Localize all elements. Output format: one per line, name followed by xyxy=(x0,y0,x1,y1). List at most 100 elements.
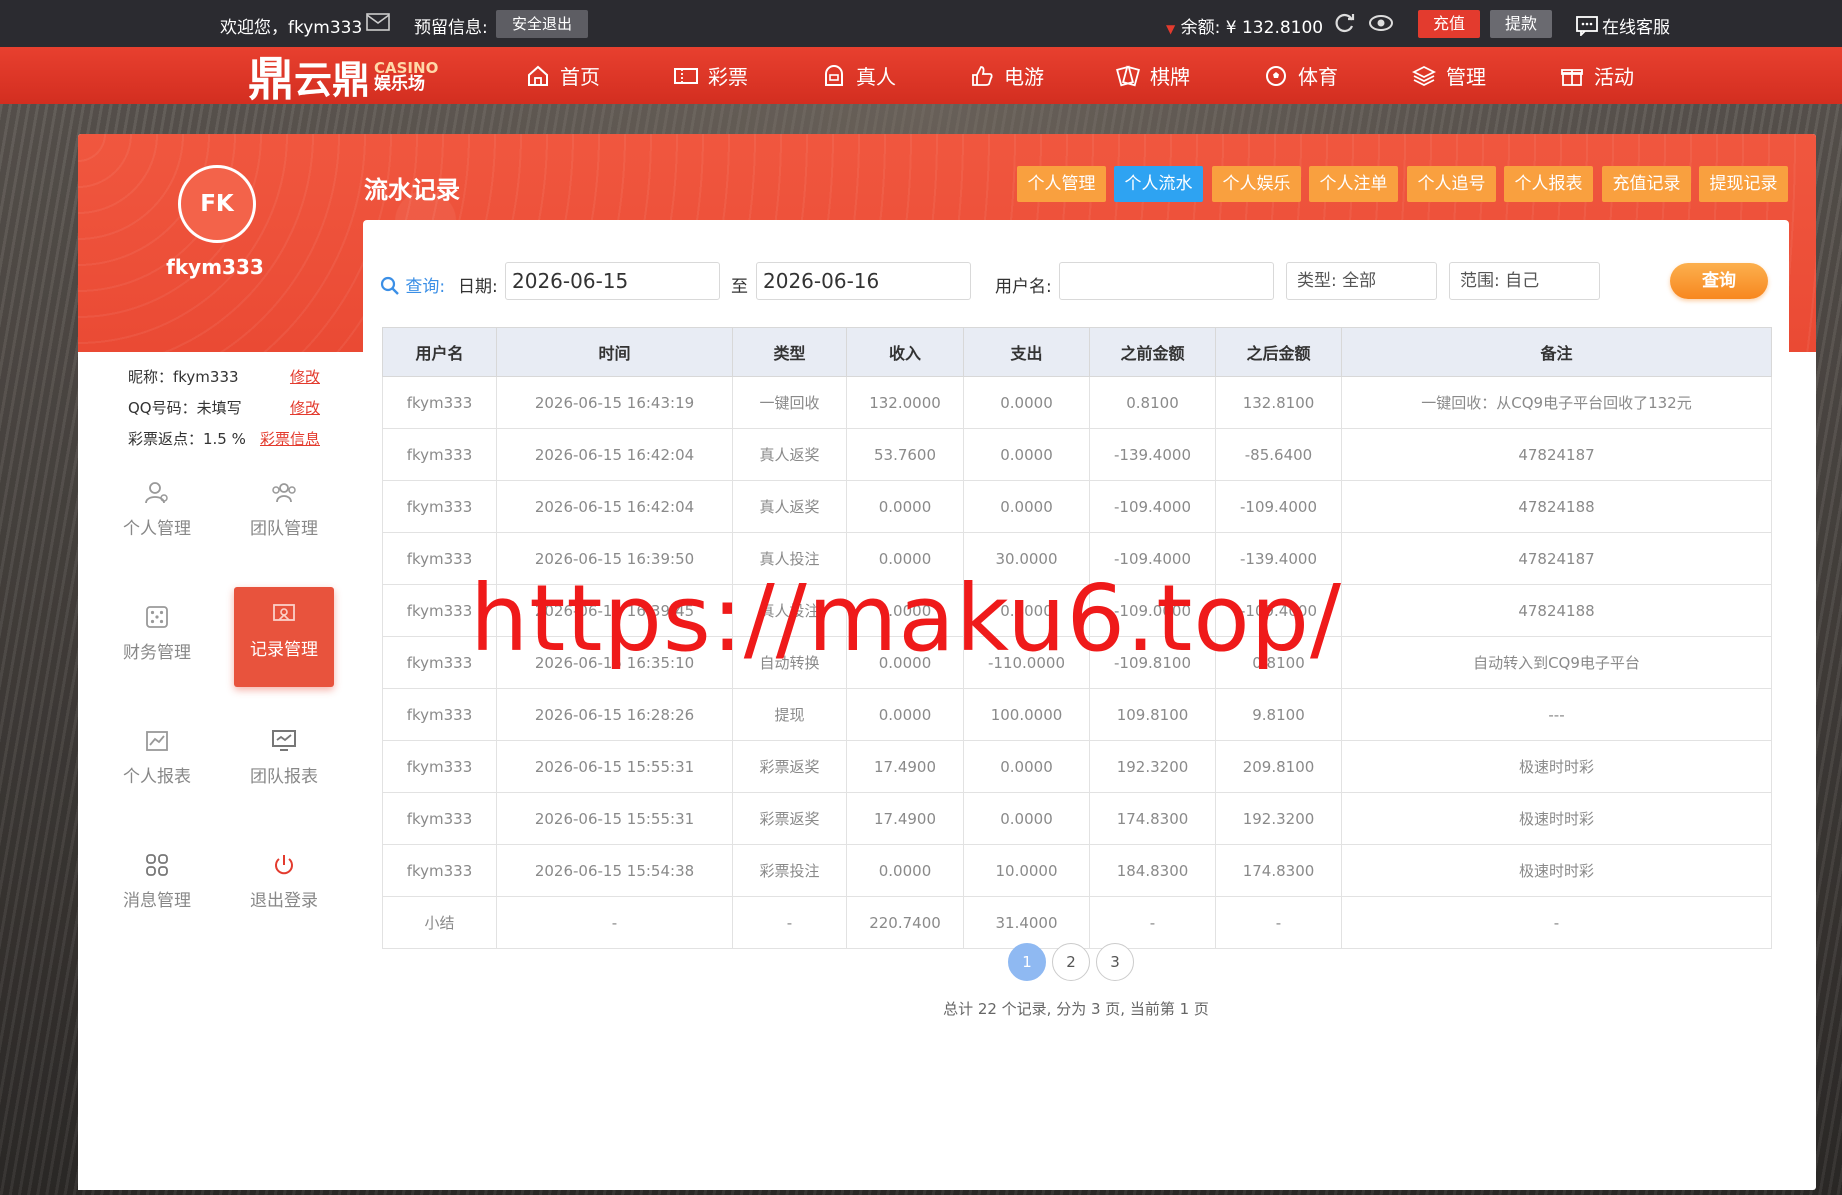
grid-icon xyxy=(146,854,168,876)
main-nav: 鼎 云鼎 CASINO 娱乐场 首页 彩票 真人 电游 棋牌 体育 管理 活动 xyxy=(0,47,1842,106)
live-icon xyxy=(822,64,846,88)
table-cell: --- xyxy=(1341,688,1772,741)
table-cell: 47824188 xyxy=(1341,480,1772,533)
col-time[interactable]: 时间 xyxy=(496,327,733,377)
table-cell: 真人返奖 xyxy=(732,428,847,481)
scope-select[interactable]: 范围: 自己 xyxy=(1449,262,1600,300)
tab-personal-report[interactable]: 个人报表 xyxy=(1504,166,1593,202)
table-cell: 132.0000 xyxy=(846,376,964,429)
nav-manage[interactable]: 管理 xyxy=(1412,61,1486,90)
logout-button[interactable]: 安全退出 xyxy=(496,10,589,38)
username-input[interactable] xyxy=(1059,262,1274,300)
sidebar-item-logout[interactable]: 退出登录 xyxy=(234,838,334,938)
table-cell: 192.3200 xyxy=(1089,740,1216,793)
recharge-button[interactable]: 充值 xyxy=(1418,10,1480,38)
nickname-edit-link[interactable]: 修改 xyxy=(290,366,320,387)
table-cell: 0.0000 xyxy=(963,792,1090,845)
tab-recharge-records[interactable]: 充值记录 xyxy=(1602,166,1691,202)
table-cell: - xyxy=(1341,896,1772,949)
page-button[interactable]: 3 xyxy=(1096,943,1134,981)
sidebar-item-personal-report[interactable]: 个人报表 xyxy=(107,714,207,814)
table-cell: 一键回收：从CQ9电子平台回收了132元 xyxy=(1341,376,1772,429)
date-from-input[interactable]: 2026-06-15 xyxy=(505,262,720,300)
tab-personal-manage[interactable]: 个人管理 xyxy=(1017,166,1106,202)
qq-edit-link[interactable]: 修改 xyxy=(290,397,320,418)
nav-chess[interactable]: 棋牌 xyxy=(1116,61,1190,90)
date-to-input[interactable]: 2026-06-16 xyxy=(756,262,971,300)
sidebar-item-team-report[interactable]: 团队报表 xyxy=(234,714,334,814)
table-cell: 184.8300 xyxy=(1089,844,1216,897)
ball-icon xyxy=(1264,64,1288,88)
table-cell: - xyxy=(1215,896,1342,949)
profile-username: fkym333 xyxy=(166,255,264,279)
nav-sports[interactable]: 体育 xyxy=(1264,61,1338,90)
tab-personal-flow[interactable]: 个人流水 xyxy=(1114,166,1203,202)
online-support-link[interactable]: 在线客服 xyxy=(1576,13,1670,38)
page-title: 流水记录 xyxy=(364,176,460,204)
gift-icon xyxy=(1560,64,1584,88)
table-cell: 2026-06-15 15:54:38 xyxy=(496,844,733,897)
query-label: 查询: xyxy=(380,272,445,297)
chart-icon xyxy=(146,731,168,751)
table-cell: 0.0000 xyxy=(963,376,1090,429)
table-cell: 自动转入到CQ9电子平台 xyxy=(1341,636,1772,689)
page-button[interactable]: 1 xyxy=(1008,943,1046,981)
table-cell: 10.0000 xyxy=(963,844,1090,897)
sidebar-item-records[interactable]: 记录管理 xyxy=(234,587,334,687)
team-icon xyxy=(272,483,296,503)
sidebar-item-personal[interactable]: 个人管理 xyxy=(107,466,207,566)
table-cell: 17.4900 xyxy=(846,740,964,793)
tab-personal-entertainment[interactable]: 个人娱乐 xyxy=(1212,166,1301,202)
sidebar-item-team[interactable]: 团队管理 xyxy=(234,466,334,566)
col-income[interactable]: 收入 xyxy=(846,327,964,377)
search-button[interactable]: 查询 xyxy=(1670,263,1768,299)
username-label: 用户名: xyxy=(995,277,1052,297)
col-expense[interactable]: 支出 xyxy=(963,327,1090,377)
col-before[interactable]: 之前金额 xyxy=(1089,327,1216,377)
sidebar-item-messages[interactable]: 消息管理 xyxy=(107,838,207,938)
table-cell: 彩票返奖 xyxy=(732,792,847,845)
type-select[interactable]: 类型: 全部 xyxy=(1286,262,1437,300)
col-type[interactable]: 类型 xyxy=(732,327,847,377)
nickname-text: 昵称：fkym333 xyxy=(128,368,239,386)
nav-label: 管理 xyxy=(1446,65,1486,89)
nav-label: 首页 xyxy=(560,65,600,89)
qq-row: QQ号码：未填写 修改 xyxy=(128,397,320,418)
site-logo[interactable]: 鼎 云鼎 CASINO 娱乐场 xyxy=(248,49,438,106)
table-cell: 2026-06-15 15:55:31 xyxy=(496,792,733,845)
table-cell: 174.8300 xyxy=(1215,844,1342,897)
table-cell: 2026-06-15 16:42:04 xyxy=(496,428,733,481)
eye-icon[interactable] xyxy=(1368,13,1394,38)
col-remark[interactable]: 备注 xyxy=(1341,327,1772,377)
table-cell: 一键回收 xyxy=(732,376,847,429)
col-username[interactable]: 用户名 xyxy=(382,327,497,377)
table-cell: 9.8100 xyxy=(1215,688,1342,741)
nav-lottery[interactable]: 彩票 xyxy=(674,61,748,90)
table-cell: fkym333 xyxy=(382,376,497,429)
refresh-icon[interactable] xyxy=(1334,12,1356,39)
power-icon xyxy=(275,855,293,875)
nav-home[interactable]: 首页 xyxy=(526,61,600,90)
nav-egames[interactable]: 电游 xyxy=(970,61,1044,90)
table-cell: -139.4000 xyxy=(1089,428,1216,481)
record-icon xyxy=(273,604,295,621)
nav-activity[interactable]: 活动 xyxy=(1560,61,1634,90)
tab-withdraw-records[interactable]: 提现记录 xyxy=(1699,166,1788,202)
balance-dropdown[interactable]: ▼ 余额: ¥ 132.8100 xyxy=(1166,13,1323,38)
nav-live[interactable]: 真人 xyxy=(822,61,896,90)
lottery-info-link[interactable]: 彩票信息 xyxy=(260,428,320,449)
thumb-icon xyxy=(970,64,994,88)
nav-label: 电游 xyxy=(1004,65,1044,89)
table-cell: fkym333 xyxy=(382,740,497,793)
logo-mark: 鼎 xyxy=(248,52,294,106)
col-after[interactable]: 之后金额 xyxy=(1215,327,1342,377)
withdraw-button[interactable]: 提款 xyxy=(1490,10,1552,38)
tab-personal-bets[interactable]: 个人注单 xyxy=(1309,166,1398,202)
nav-label: 真人 xyxy=(856,65,896,89)
sidebar-item-finance[interactable]: 财务管理 xyxy=(107,590,207,690)
page-button[interactable]: 2 xyxy=(1052,943,1090,981)
table-cell: 47824187 xyxy=(1341,428,1772,481)
tab-personal-chase[interactable]: 个人追号 xyxy=(1407,166,1496,202)
mail-icon[interactable] xyxy=(366,12,390,37)
table-cell: - xyxy=(732,896,847,949)
